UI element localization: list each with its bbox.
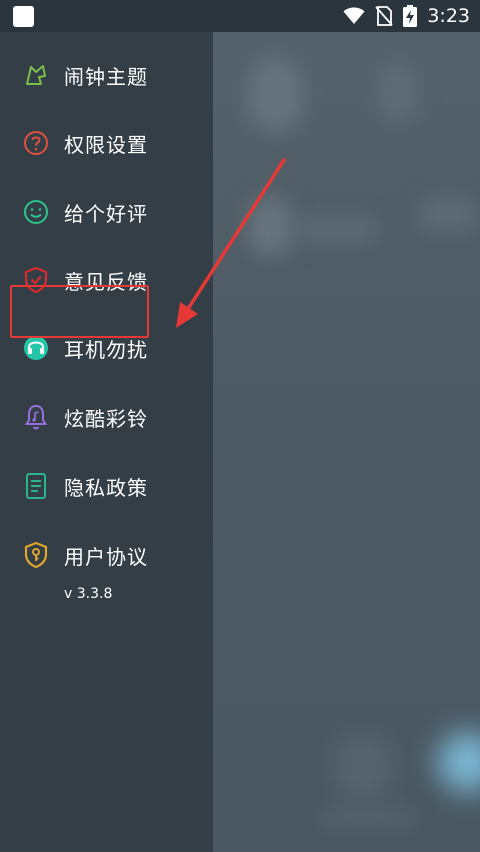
menu-item-label: 炫酷彩铃 [64,406,148,431]
wifi-icon [343,7,365,24]
clock-time: 3:23 [427,5,470,27]
smile-icon [22,198,50,226]
question-icon [22,129,50,157]
menu-item-label: 隐私政策 [64,475,148,500]
menu-item-label: 权限设置 [64,132,148,157]
menu-item-label: 用户协议 [64,544,148,569]
menu-item-cool-ringtone[interactable]: 炫酷彩铃 [0,394,213,440]
app-icon [13,6,34,27]
theme-icon [22,61,50,89]
background-content[interactable] [213,32,480,852]
highlight-box [10,285,149,338]
document-icon [22,472,50,500]
bell-music-icon [22,403,50,431]
menu-item-label: 给个好评 [64,201,148,226]
status-bar: 3:23 [0,0,480,32]
no-sim-icon [375,6,394,26]
navigation-drawer: 闹钟主题 权限设置 给个好评 意见反馈 耳机勿扰 炫酷彩铃 隐私政策 用户协议 … [0,32,213,852]
menu-item-label: 闹钟主题 [64,64,148,89]
menu-item-rate-us[interactable]: 给个好评 [0,189,213,235]
menu-item-privacy-policy[interactable]: 隐私政策 [0,463,213,509]
app-version: v 3.3.8 [64,586,113,602]
menu-item-user-agreement[interactable]: 用户协议 [0,532,213,578]
menu-item-permissions[interactable]: 权限设置 [0,120,213,166]
headphones-icon [22,334,50,362]
menu-item-alarm-theme[interactable]: 闹钟主题 [0,52,213,98]
shield-key-icon [22,541,50,569]
battery-charging-icon [403,5,418,27]
